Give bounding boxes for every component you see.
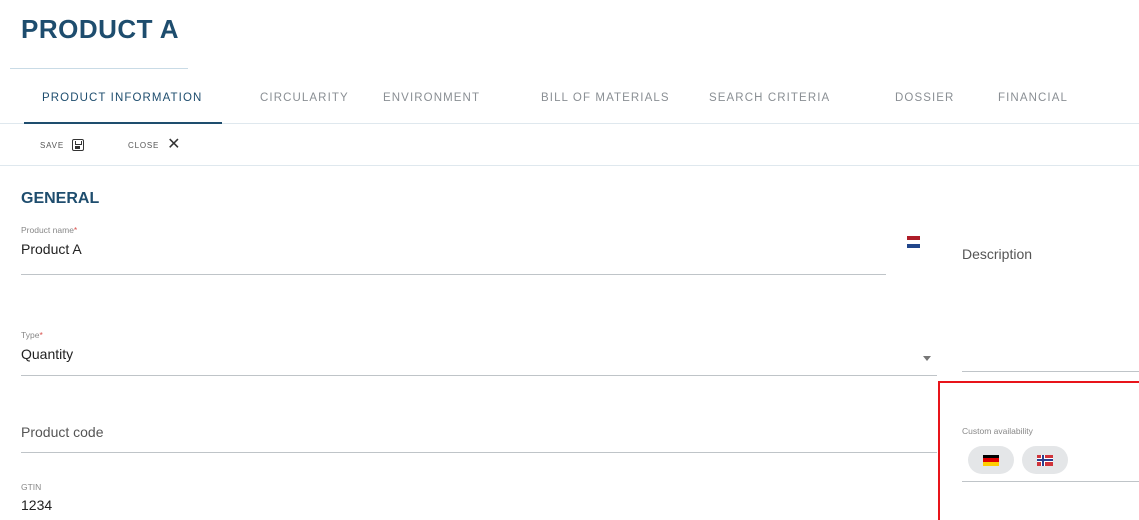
availability-chip-no[interactable] (1022, 446, 1068, 474)
section-title-general: GENERAL (21, 190, 100, 207)
description-placeholder: Description (962, 246, 1033, 262)
product-code-placeholder: Product code (21, 424, 104, 440)
tab-circularity[interactable]: CIRCULARITY (260, 78, 349, 124)
toolbar: SAVE CLOSE ✕ (0, 124, 1139, 166)
field-underline (962, 371, 1139, 372)
page-title: PRODUCT A (21, 14, 180, 44)
tab-dossier[interactable]: DOSSIER (895, 78, 954, 124)
flag-nl-icon[interactable] (907, 236, 920, 248)
close-button[interactable]: CLOSE ✕ (128, 124, 181, 166)
product-code-field[interactable]: Product code (21, 424, 937, 453)
gtin-field[interactable]: GTIN 1234 (21, 482, 937, 520)
custom-availability-label: Custom availability (962, 426, 1033, 436)
type-value: Quantity (21, 346, 74, 362)
tab-bill-of-materials[interactable]: BILL OF MATERIALS (541, 78, 670, 124)
flag-no-icon (1037, 454, 1053, 466)
product-name-label: Product name (21, 225, 74, 235)
save-label: SAVE (40, 140, 64, 150)
type-select[interactable]: Type* Quantity (21, 330, 937, 376)
save-icon (71, 139, 84, 151)
type-label: Type (21, 330, 40, 340)
product-name-value: Product A (21, 241, 82, 257)
gtin-label: GTIN (21, 482, 42, 492)
flag-de-icon (983, 454, 999, 466)
field-underline (21, 452, 937, 453)
required-marker: * (73, 225, 78, 235)
save-button[interactable]: SAVE (40, 124, 84, 166)
field-underline (962, 481, 1139, 482)
close-label: CLOSE (128, 140, 160, 150)
description-field[interactable]: Description (962, 246, 1139, 372)
product-name-field[interactable]: Product name* Product A (21, 225, 886, 275)
tab-environment[interactable]: ENVIRONMENT (383, 78, 480, 124)
availability-chip-de[interactable] (968, 446, 1014, 474)
field-underline (21, 274, 886, 275)
tab-product-information[interactable]: PRODUCT INFORMATION (23, 78, 223, 124)
tab-financial[interactable]: FINANCIAL (998, 78, 1068, 124)
tab-bar: PRODUCT INFORMATION CIRCULARITY ENVIRONM… (0, 78, 1139, 124)
field-underline (21, 375, 937, 376)
close-icon: ✕ (167, 136, 181, 153)
required-marker: * (39, 330, 43, 340)
tab-search-criteria[interactable]: SEARCH CRITERIA (709, 78, 830, 124)
title-underline (10, 68, 188, 69)
chevron-down-icon (923, 356, 931, 361)
gtin-value: 1234 (21, 497, 53, 513)
